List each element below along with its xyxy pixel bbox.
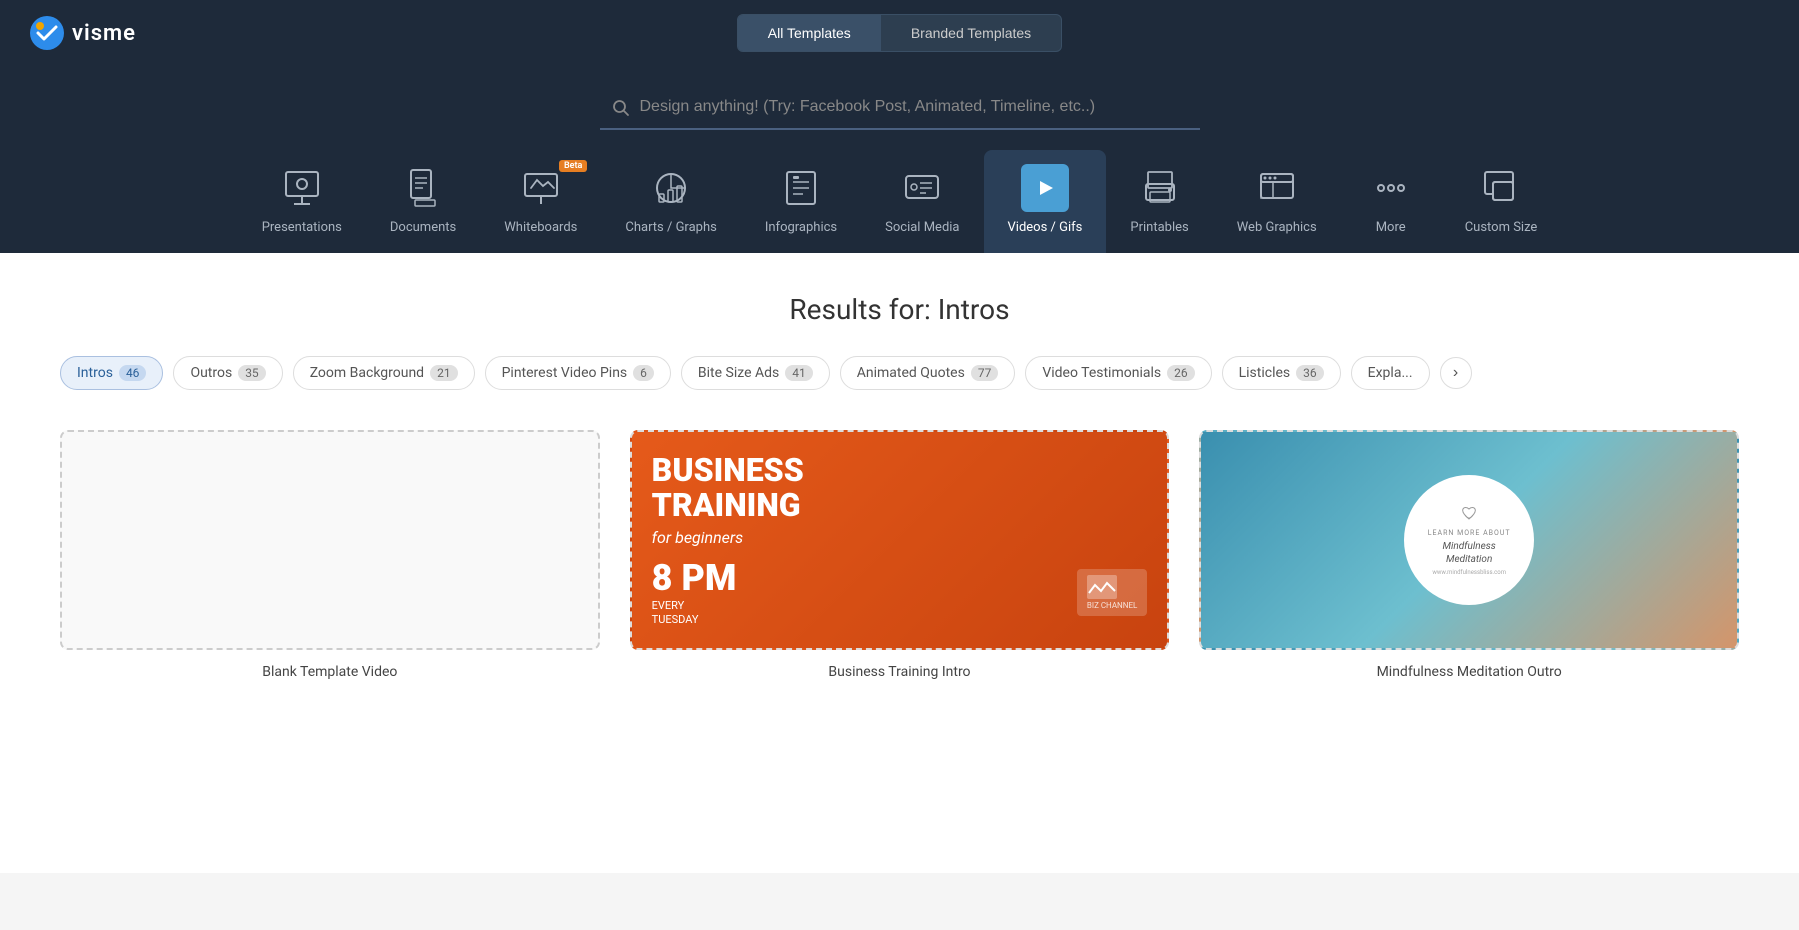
cat-documents[interactable]: Documents [366,150,480,253]
cat-custom-size[interactable]: Custom Size [1441,150,1562,253]
search-wrapper [600,86,1200,130]
cat-documents-label: Documents [390,220,456,235]
template-mindfulness[interactable]: LEARN MORE ABOUT Mindfulness Meditation … [1199,430,1739,680]
whiteboard-icon [517,164,565,212]
cat-social-media[interactable]: Social Media [861,150,983,253]
mindfulness-name: Mindfulness Meditation Outro [1377,664,1562,680]
filter-animated-count: 77 [971,365,999,381]
cat-web-label: Web Graphics [1237,220,1317,235]
main-content: Results for: Intros Intros 46 Outros 35 … [0,253,1799,873]
filter-pinterest-label: Pinterest Video Pins [502,365,628,381]
filter-testimonials-label: Video Testimonials [1042,365,1161,381]
filter-animated-label: Animated Quotes [857,365,965,381]
biz-schedule: EVERYTUESDAY [652,599,737,628]
top-bar: visme All Templates Branded Templates [0,0,1799,66]
filter-listicles-label: Listicles [1239,365,1291,381]
beta-badge: Beta [559,160,587,172]
print-icon [1136,164,1184,212]
filter-intros-count: 46 [119,365,147,381]
cat-presentations-label: Presentations [262,220,342,235]
filter-bite-count: 41 [785,365,813,381]
branded-templates-tab[interactable]: Branded Templates [881,15,1061,51]
cat-custom-label: Custom Size [1465,220,1538,235]
cat-videos-label: Videos / Gifs [1008,220,1083,235]
cat-presentations[interactable]: Presentations [238,150,366,253]
web-icon [1253,164,1301,212]
cat-charts[interactable]: Charts / Graphs [601,150,740,253]
business-training-name: Business Training Intro [828,664,970,680]
filter-intros-label: Intros [77,365,113,381]
header: visme All Templates Branded Templates [0,0,1799,253]
blank-template-name: Blank Template Video [262,664,397,680]
results-title: Results for: Intros [60,293,1739,326]
logo[interactable]: visme [30,16,136,50]
business-training-thumb: BUSINESS TRAINING for beginners 8 PM EVE… [630,430,1170,650]
filter-listicles-count: 36 [1296,365,1324,381]
more-icon [1367,164,1415,212]
cat-whiteboards-label: Whiteboards [504,220,577,235]
template-business-training[interactable]: BUSINESS TRAINING for beginners 8 PM EVE… [630,430,1170,680]
filter-zoom-background[interactable]: Zoom Background 21 [293,356,475,390]
cat-more-label: More [1376,220,1406,235]
cat-whiteboards[interactable]: Beta Whiteboards [480,150,601,253]
template-grid: Blank Template Video BUSINESS TRAINING f… [60,430,1739,680]
cat-infographics-label: Infographics [765,220,837,235]
mind-learn-more: LEARN MORE ABOUT [1428,529,1511,537]
cat-social-label: Social Media [885,220,959,235]
cat-printables[interactable]: Printables [1106,150,1212,253]
tab-switcher: All Templates Branded Templates [737,14,1062,52]
filter-listicles[interactable]: Listicles 36 [1222,356,1341,390]
search-icon [612,99,630,117]
mind-circle: LEARN MORE ABOUT Mindfulness Meditation … [1404,475,1534,605]
filter-zoom-count: 21 [430,365,458,381]
chart-icon [647,164,695,212]
filter-bite-label: Bite Size Ads [698,365,779,381]
filter-pinterest[interactable]: Pinterest Video Pins 6 [485,356,671,390]
infographic-icon [777,164,825,212]
cat-web-graphics[interactable]: Web Graphics [1213,150,1341,253]
biz-time: 8 PM [652,557,737,599]
category-nav: Presentations Documents Beta [0,150,1799,253]
biz-subtitle: for beginners [652,528,804,547]
mindfulness-thumb: LEARN MORE ABOUT Mindfulness Meditation … [1199,430,1739,650]
cat-more[interactable]: More [1341,150,1441,253]
cat-infographics[interactable]: Infographics [741,150,861,253]
filter-next-button[interactable]: › [1440,357,1472,389]
filter-outros[interactable]: Outros 35 [173,356,282,390]
filter-animated-quotes[interactable]: Animated Quotes 77 [840,356,1016,390]
template-blank[interactable]: Blank Template Video [60,430,600,680]
logo-text: visme [72,21,136,46]
filter-bite-size[interactable]: Bite Size Ads 41 [681,356,830,390]
biz-channel: BIZ CHANNEL [1087,601,1137,610]
mind-url: www.mindfulnessbliss.com [1432,569,1506,576]
blank-thumb [60,430,600,650]
filter-video-testimonials[interactable]: Video Testimonials 26 [1025,356,1211,390]
cat-videos-gifs[interactable]: Videos / Gifs [984,150,1107,253]
filter-pinterest-count: 6 [633,365,654,381]
search-area [0,66,1799,150]
presentation-icon [278,164,326,212]
search-input[interactable] [600,86,1200,130]
filter-outros-count: 35 [238,365,266,381]
mind-title: Mindfulness Meditation [1419,540,1519,566]
video-icon [1021,164,1069,212]
filter-intros[interactable]: Intros 46 [60,356,163,390]
filter-expla-label: Expla... [1368,365,1413,381]
filter-row: Intros 46 Outros 35 Zoom Background 21 P… [60,356,1739,395]
custom-icon [1477,164,1525,212]
biz-title-line1: BUSINESS [652,453,804,488]
filter-testimonials-count: 26 [1167,365,1195,381]
all-templates-tab[interactable]: All Templates [738,15,881,51]
biz-title-line2: TRAINING [652,488,804,523]
filter-expla[interactable]: Expla... [1351,356,1430,390]
filter-outros-label: Outros [190,365,232,381]
document-icon [399,164,447,212]
social-icon [898,164,946,212]
filter-zoom-label: Zoom Background [310,365,424,381]
cat-printables-label: Printables [1130,220,1188,235]
cat-charts-label: Charts / Graphs [625,220,716,235]
